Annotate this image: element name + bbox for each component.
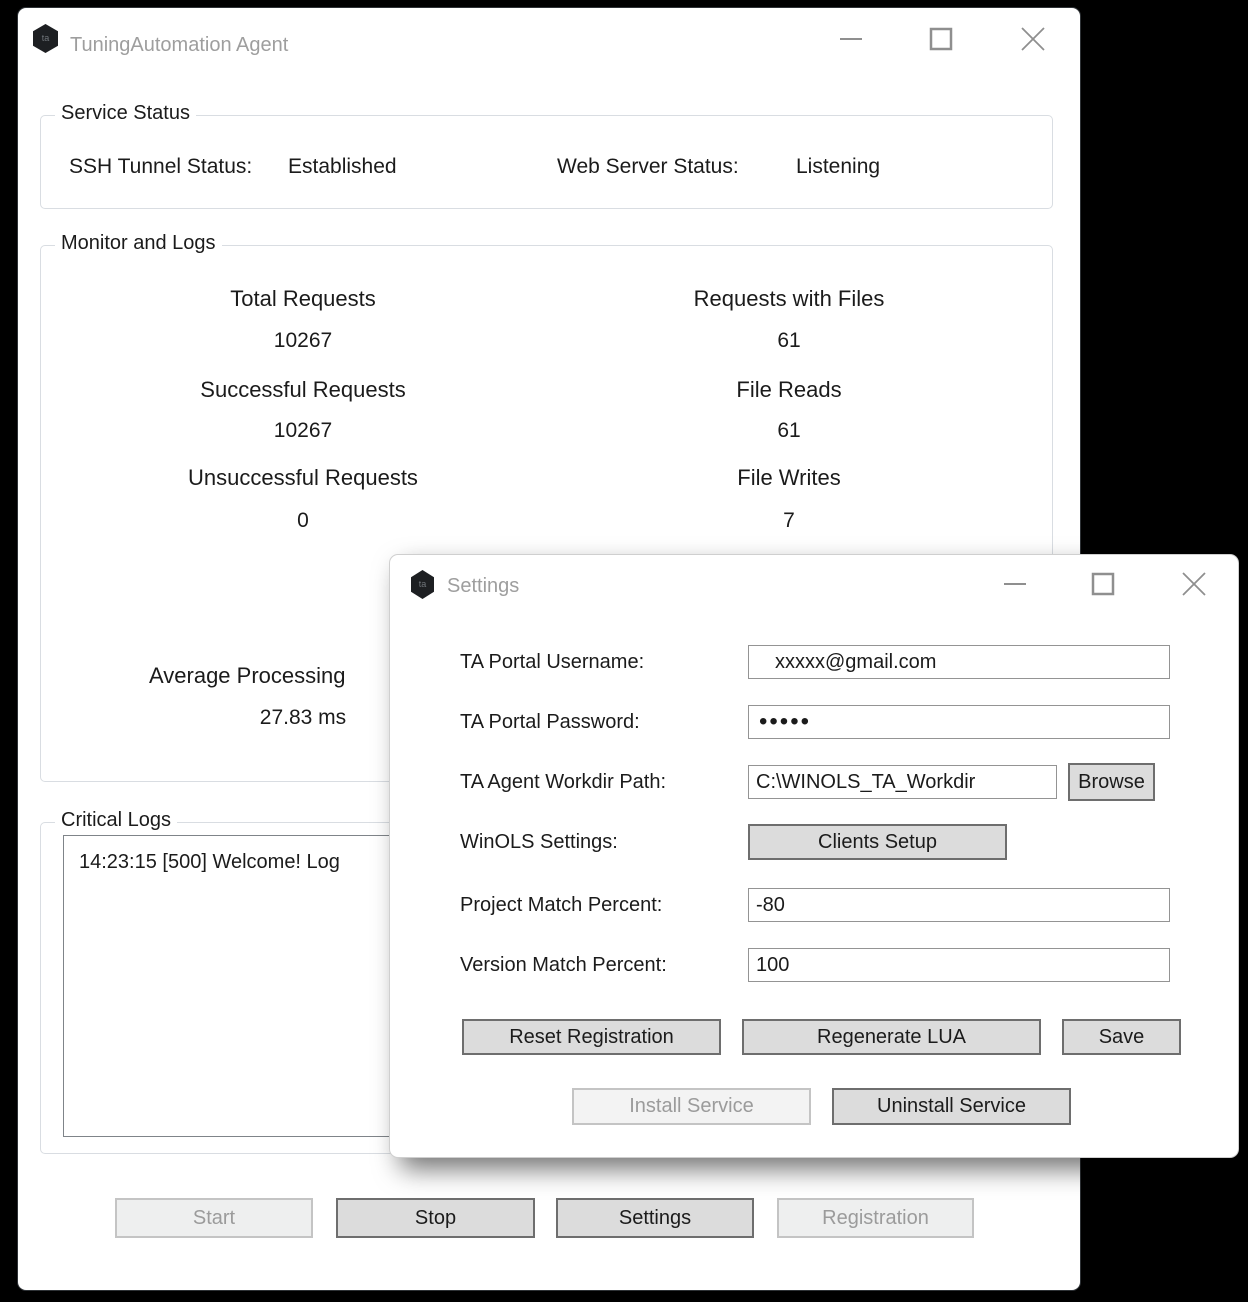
service-status-group-label: Service Status: [55, 102, 196, 125]
critical-logs-group-label: Critical Logs: [55, 809, 177, 832]
browse-button[interactable]: Browse: [1068, 763, 1155, 801]
save-button[interactable]: Save: [1062, 1019, 1181, 1055]
app-icon: ta: [33, 24, 58, 53]
main-titlebar[interactable]: ta TuningAutomation Agent: [18, 8, 1080, 70]
ta-agent-workdir-path-label: TA Agent Workdir Path:: [460, 765, 666, 799]
registration-button[interactable]: Registration: [777, 1198, 974, 1238]
web-server-status-label: Web Server Status:: [557, 155, 739, 179]
file-reads-label: File Reads: [539, 377, 1039, 403]
settings-button[interactable]: Settings: [556, 1198, 754, 1238]
maximize-button[interactable]: [1080, 561, 1126, 607]
file-reads-value: 61: [539, 419, 1039, 443]
uninstall-service-button[interactable]: Uninstall Service: [832, 1088, 1071, 1125]
file-writes-value: 7: [539, 509, 1039, 533]
file-writes-label: File Writes: [539, 465, 1039, 491]
unsuccessful-requests-value: 0: [53, 509, 553, 533]
successful-requests-value: 10267: [53, 419, 553, 443]
start-button[interactable]: Start: [115, 1198, 313, 1238]
ta-portal-password-input[interactable]: •••••: [748, 705, 1170, 739]
unsuccessful-requests-label: Unsuccessful Requests: [53, 465, 553, 491]
web-server-status-value: Listening: [796, 155, 880, 179]
total-requests-label: Total Requests: [53, 286, 553, 312]
close-button[interactable]: [1010, 16, 1056, 62]
ssh-tunnel-status-label: SSH Tunnel Status:: [69, 155, 252, 179]
settings-window: ta Settings TA Portal Username: xxxxx@gm…: [390, 555, 1238, 1157]
minimize-button[interactable]: [828, 16, 874, 62]
minimize-button[interactable]: [992, 561, 1038, 607]
regenerate-lua-button[interactable]: Regenerate LUA: [742, 1019, 1041, 1055]
install-service-button[interactable]: Install Service: [572, 1088, 811, 1125]
project-match-percent-label: Project Match Percent:: [460, 888, 662, 922]
requests-with-files-value: 61: [539, 329, 1039, 353]
version-match-percent-label: Version Match Percent:: [460, 948, 667, 982]
ta-portal-password-label: TA Portal Password:: [460, 705, 640, 739]
ssh-tunnel-status-value: Established: [288, 155, 397, 179]
average-processing-label: Average Processing: [149, 663, 346, 689]
total-requests-value: 10267: [53, 329, 553, 353]
app-icon: ta: [411, 570, 434, 599]
settings-titlebar[interactable]: ta Settings: [390, 555, 1238, 617]
service-status-group: Service Status SSH Tunnel Status: Establ…: [40, 115, 1053, 209]
ta-portal-username-input[interactable]: xxxxx@gmail.com: [748, 645, 1170, 679]
stop-button[interactable]: Stop: [336, 1198, 535, 1238]
reset-registration-button[interactable]: Reset Registration: [462, 1019, 721, 1055]
successful-requests-label: Successful Requests: [53, 377, 553, 403]
maximize-button[interactable]: [918, 16, 964, 62]
clients-setup-button[interactable]: Clients Setup: [748, 824, 1007, 860]
close-button[interactable]: [1171, 561, 1217, 607]
ta-agent-workdir-path-input[interactable]: C:\WINOLS_TA_Workdir: [748, 765, 1057, 799]
main-window-title: TuningAutomation Agent: [70, 34, 288, 57]
monitor-and-logs-group-label: Monitor and Logs: [55, 232, 222, 255]
requests-with-files-label: Requests with Files: [539, 286, 1039, 312]
project-match-percent-input[interactable]: -80: [748, 888, 1170, 922]
ta-portal-username-label: TA Portal Username:: [460, 645, 644, 679]
winols-settings-label: WinOLS Settings:: [460, 824, 618, 860]
settings-window-title: Settings: [447, 575, 519, 598]
version-match-percent-input[interactable]: 100: [748, 948, 1170, 982]
